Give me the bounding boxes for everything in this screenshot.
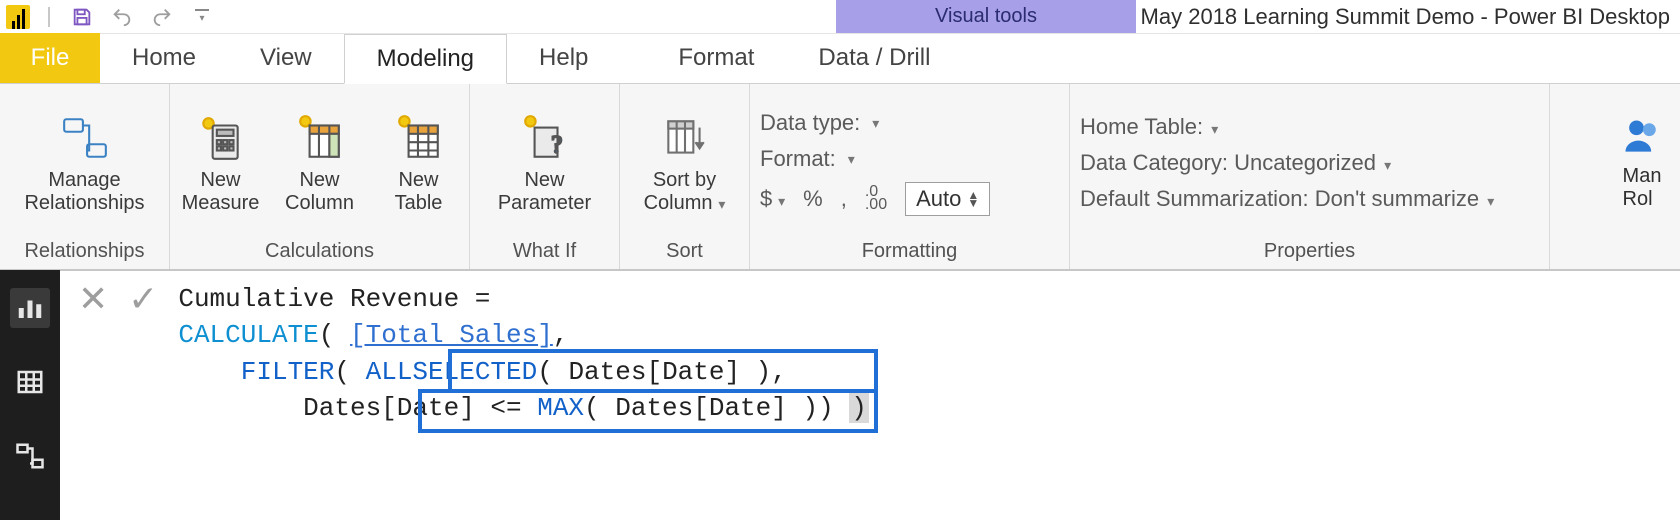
group-security: Man Rol: [1550, 84, 1680, 269]
group-formatting: Data type:▾ Format:▾ $ ▾ % , .0.00 Auto …: [750, 84, 1070, 269]
save-icon[interactable]: [68, 3, 96, 31]
ribbon: Manage Relationships Relationships New M…: [0, 84, 1680, 270]
group-label-properties: Properties: [1080, 236, 1539, 269]
sort-by-column-button[interactable]: Sort by Column ▾: [630, 111, 739, 215]
customize-qat-icon[interactable]: ▾: [188, 3, 216, 31]
new-table-label: New Table: [395, 169, 443, 215]
group-sort: Sort by Column ▾ Sort: [620, 84, 750, 269]
contextual-tools-tab: Visual tools: [836, 0, 1136, 33]
tab-data-drill[interactable]: Data / Drill: [786, 33, 962, 83]
group-properties: Home Table: ▾ Data Category: Uncategoriz…: [1070, 84, 1550, 269]
calculator-icon: [194, 111, 248, 165]
dax-keyword-allselected: ALLSELECTED: [366, 357, 538, 387]
dax-measure-ref: [Total Sales]: [350, 320, 553, 350]
tab-view[interactable]: View: [228, 33, 344, 83]
group-label-formatting: Formatting: [760, 236, 1059, 269]
stepper-arrows-icon[interactable]: ▲▼: [967, 191, 979, 208]
formula-cancel-button[interactable]: ✕: [78, 281, 108, 317]
group-relationships: Manage Relationships Relationships: [0, 84, 170, 269]
data-view-button[interactable]: [10, 362, 50, 402]
view-switcher: [0, 270, 60, 520]
group-label-calculations: Calculations: [180, 236, 459, 269]
group-label-relationships: Relationships: [10, 236, 159, 269]
data-type-label: Data type:: [760, 110, 860, 136]
parameter-icon: ?: [518, 111, 572, 165]
manage-roles-button[interactable]: Man Rol: [1614, 115, 1670, 211]
decimal-places-stepper[interactable]: Auto ▲▼: [905, 182, 990, 216]
new-measure-button[interactable]: New Measure: [180, 111, 261, 215]
data-type-dropdown[interactable]: Data type:▾: [760, 110, 990, 136]
new-table-button[interactable]: New Table: [378, 111, 459, 215]
format-label: Format:: [760, 146, 836, 172]
redo-icon[interactable]: [148, 3, 176, 31]
roles-icon: [1620, 115, 1664, 165]
default-summarization-dropdown[interactable]: Default Summarization: Don't summarize ▾: [1080, 186, 1494, 212]
report-view-button[interactable]: [10, 288, 50, 328]
data-category-dropdown[interactable]: Data Category: Uncategorized ▾: [1080, 150, 1494, 176]
table-icon: [392, 111, 446, 165]
formula-bar-area: ✕ ✓ Cumulative Revenue = CALCULATE( [Tot…: [60, 270, 1680, 520]
tab-file[interactable]: File: [0, 33, 100, 83]
sort-icon: [658, 111, 712, 165]
window-title: May 2018 Learning Summit Demo - Power BI…: [1136, 0, 1680, 33]
home-table-dropdown[interactable]: Home Table: ▾: [1080, 114, 1494, 140]
group-label-sort: Sort: [630, 236, 739, 269]
new-parameter-button[interactable]: ? New Parameter: [480, 111, 609, 215]
new-column-button[interactable]: New Column: [279, 111, 360, 215]
group-whatif: ? New Parameter What If: [470, 84, 620, 269]
thousands-button[interactable]: ,: [841, 186, 847, 212]
format-dropdown[interactable]: Format:▾: [760, 146, 990, 172]
dax-line-1: Cumulative Revenue =: [178, 284, 506, 314]
dax-editor[interactable]: Cumulative Revenue = CALCULATE( [Total S…: [178, 281, 869, 427]
model-view-button[interactable]: [10, 436, 50, 476]
dax-matching-paren: ): [849, 393, 869, 423]
group-calculations: New Measure New Column: [170, 84, 470, 269]
dax-keyword-filter: FILTER: [241, 357, 335, 387]
decimal-auto-label: Auto: [916, 186, 961, 212]
group-label-whatif: What If: [480, 236, 609, 269]
group-label-security: [1560, 236, 1670, 269]
qat-separator: [48, 7, 50, 27]
app-logo-icon: [6, 5, 30, 29]
tab-help[interactable]: Help: [507, 33, 620, 83]
new-column-label: New Column: [285, 169, 354, 215]
tab-home[interactable]: Home: [100, 33, 228, 83]
relationships-icon: [58, 111, 112, 165]
svg-text:?: ?: [551, 132, 562, 159]
title-bar: ▾ Visual tools May 2018 Learning Summit …: [0, 0, 1680, 34]
manage-relationships-button[interactable]: Manage Relationships: [10, 111, 159, 215]
dax-keyword-calculate: CALCULATE: [178, 320, 318, 350]
formula-commit-button[interactable]: ✓: [128, 281, 158, 317]
ribbon-tabs: File Home View Modeling Help Format Data…: [0, 34, 1680, 84]
workspace: ✕ ✓ Cumulative Revenue = CALCULATE( [Tot…: [0, 270, 1680, 520]
tab-format[interactable]: Format: [646, 33, 786, 83]
new-parameter-label: New Parameter: [498, 169, 591, 215]
manage-relationships-label: Manage Relationships: [24, 169, 144, 215]
dax-keyword-max: MAX: [537, 393, 584, 423]
sort-by-column-label: Sort by Column ▾: [644, 169, 726, 215]
percent-button[interactable]: %: [803, 186, 823, 212]
undo-icon[interactable]: [108, 3, 136, 31]
quick-access-toolbar: ▾: [0, 0, 216, 33]
table-column-icon: [293, 111, 347, 165]
tab-modeling[interactable]: Modeling: [344, 34, 507, 84]
decimals-icon: .0.00: [865, 186, 887, 212]
currency-button[interactable]: $ ▾: [760, 186, 785, 212]
manage-roles-label: Man Rol: [1623, 165, 1662, 211]
new-measure-label: New Measure: [182, 169, 260, 215]
